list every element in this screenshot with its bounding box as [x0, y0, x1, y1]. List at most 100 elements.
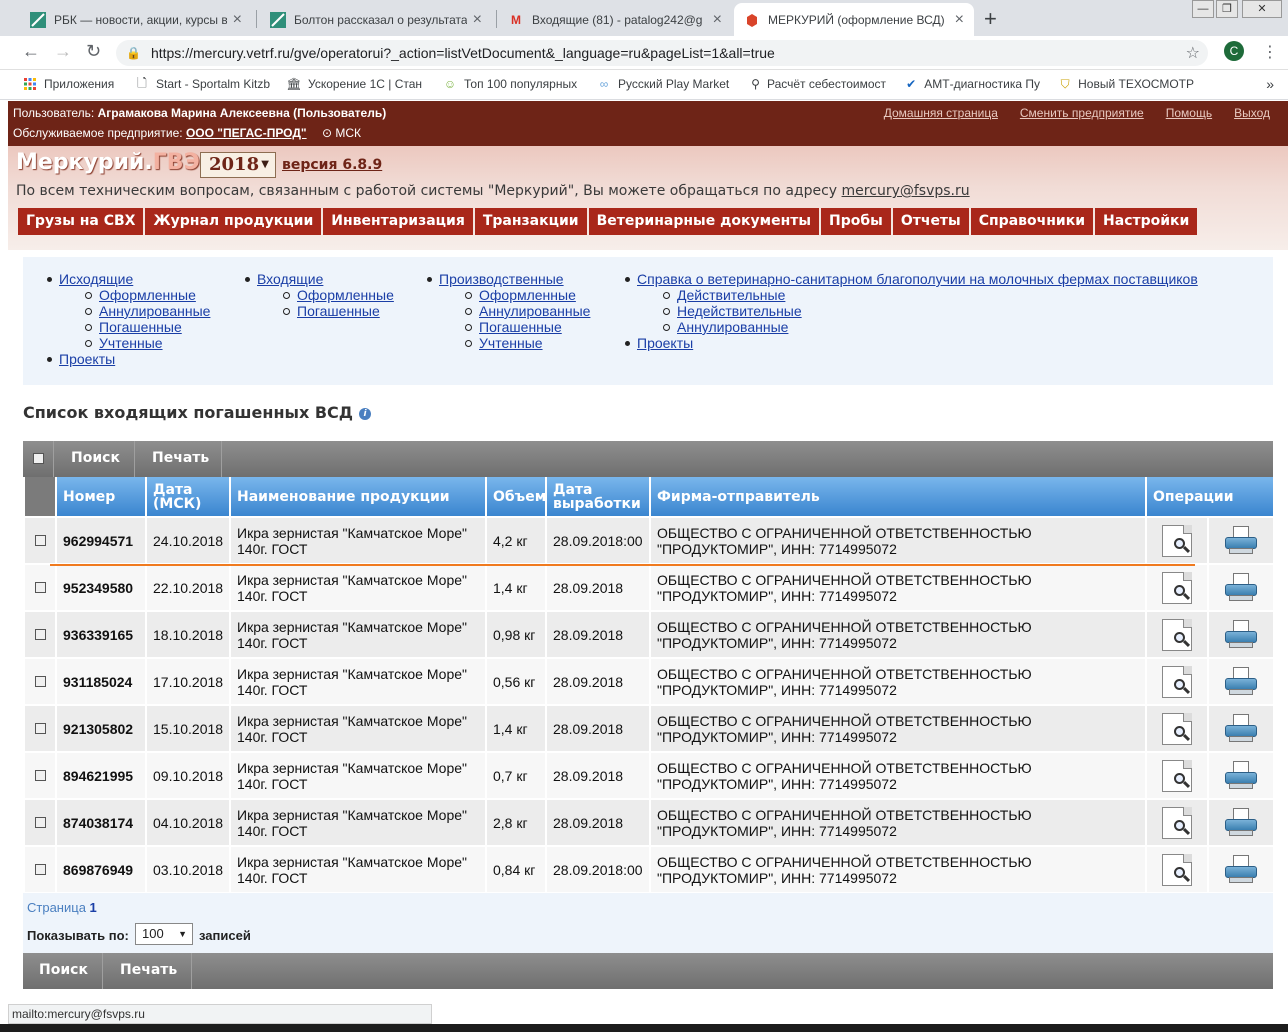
view-doc-button[interactable]	[1145, 563, 1209, 612]
back-icon[interactable]: ←	[22, 41, 40, 62]
table-row[interactable]: 936339165 18.10.2018 Икра зернистая "Камча…	[23, 610, 1276, 659]
col-number[interactable]: Номер	[55, 477, 147, 518]
view-doc-button[interactable]	[1145, 798, 1209, 847]
print-button-bottom[interactable]: Печать	[104, 953, 192, 989]
star-icon[interactable]: ☆	[1186, 43, 1200, 63]
bookmark-playmarket[interactable]: ∞ Русский Play Market	[596, 77, 732, 91]
search-button-bottom[interactable]: Поиск	[23, 953, 103, 989]
tab-gmail[interactable]: M Входящие (81) - patalog242@g ×	[498, 3, 732, 36]
outgoing-issued-link[interactable]: Оформленные	[99, 287, 196, 303]
doc-number[interactable]: 921305802	[55, 704, 147, 753]
tab-bolton[interactable]: Болтон рассказал о результатах ×	[260, 3, 492, 36]
outgoing-cancelled-link[interactable]: Аннулированные	[99, 303, 210, 319]
reference-cancelled-link[interactable]: Аннулированные	[677, 319, 788, 335]
doc-number[interactable]: 931185024	[55, 657, 147, 706]
bookmarks-more-icon[interactable]: »	[1266, 76, 1274, 92]
bookmark-techosmotr[interactable]: ⛉ Новый ТЕХОСМОТР	[1058, 77, 1194, 91]
print-doc-button[interactable]	[1206, 563, 1276, 612]
outgoing-link[interactable]: Исходящие	[59, 271, 133, 287]
doc-number[interactable]: 952349580	[55, 563, 147, 612]
table-row[interactable]: 952349580 22.10.2018 Икра зернистая "Камча…	[23, 563, 1276, 612]
doc-number[interactable]: 869876949	[55, 845, 147, 894]
support-email-link[interactable]: mercury@fsvps.ru	[842, 183, 970, 199]
outgoing-accounted-link[interactable]: Учтенные	[99, 335, 163, 351]
window-close-icon[interactable]: ✕	[1242, 0, 1282, 18]
print-doc-button[interactable]	[1206, 751, 1276, 800]
outgoing-redeemed-link[interactable]: Погашенные	[99, 319, 182, 335]
print-doc-button[interactable]	[1206, 704, 1276, 753]
forward-icon[interactable]: →	[54, 41, 72, 62]
bookmark-amt[interactable]: ✔ АМТ-диагностика Пу	[904, 77, 1040, 91]
row-checkbox[interactable]	[23, 516, 57, 565]
tab-mercury[interactable]: МЕРКУРИЙ (оформление ВСД) ×	[734, 3, 974, 36]
per-page-select[interactable]: 100 ▼	[135, 923, 193, 945]
reference-projects-link[interactable]: Проекты	[637, 335, 693, 351]
more-menu-icon[interactable]: ⋮	[1262, 42, 1278, 62]
print-doc-button[interactable]	[1206, 845, 1276, 894]
row-checkbox[interactable]	[23, 563, 57, 612]
col-production-date[interactable]: Дата выработки	[545, 477, 651, 518]
production-link[interactable]: Производственные	[439, 271, 564, 287]
view-doc-button[interactable]	[1145, 845, 1209, 894]
bookmark-sportalm[interactable]: 🗋 Start - Sportalm Kitzb	[134, 77, 272, 91]
minimize-icon[interactable]: —	[1192, 0, 1214, 18]
select-all-checkbox[interactable]	[23, 441, 54, 477]
bookmark-1c[interactable]: 🏛 Ускорение 1С | Стан	[286, 77, 424, 91]
col-product[interactable]: Наименование продукции	[229, 477, 487, 518]
row-checkbox[interactable]	[23, 610, 57, 659]
nav-vet-documents[interactable]: Ветеринарные документы	[588, 208, 820, 235]
print-doc-button[interactable]	[1206, 610, 1276, 659]
production-redeemed-link[interactable]: Погашенные	[479, 319, 562, 335]
doc-number[interactable]: 894621995	[55, 751, 147, 800]
col-sender[interactable]: Фирма-отправитель	[649, 477, 1147, 518]
nav-samples[interactable]: Пробы	[821, 208, 891, 235]
doc-number[interactable]: 874038174	[55, 798, 147, 847]
projects-link[interactable]: Проекты	[59, 351, 115, 367]
production-cancelled-link[interactable]: Аннулированные	[479, 303, 590, 319]
new-tab-icon[interactable]: +	[984, 6, 997, 32]
view-doc-button[interactable]	[1145, 516, 1209, 565]
production-accounted-link[interactable]: Учтенные	[479, 335, 543, 351]
table-row[interactable]: 962994571 24.10.2018 Икра зернистая "Камча…	[23, 516, 1276, 565]
reference-valid-link[interactable]: Действительные	[677, 287, 785, 303]
row-checkbox[interactable]	[23, 657, 57, 706]
nav-inventory[interactable]: Инвентаризация	[323, 208, 473, 235]
search-button[interactable]: Поиск	[55, 441, 135, 477]
incoming-issued-link[interactable]: Оформленные	[297, 287, 394, 303]
col-date[interactable]: Дата (МСК)	[145, 477, 231, 518]
version-link[interactable]: версия 6.8.9	[282, 157, 382, 173]
help-link[interactable]: Помощь	[1166, 106, 1212, 120]
incoming-redeemed-link[interactable]: Погашенные	[297, 303, 380, 319]
change-enterprise-link[interactable]: Сменить предприятие	[1020, 106, 1144, 120]
nav-svh[interactable]: Грузы на СВХ	[18, 208, 144, 235]
print-button[interactable]: Печать	[136, 441, 222, 477]
page-number[interactable]: 1	[90, 900, 97, 915]
info-icon[interactable]: i	[359, 407, 372, 420]
view-doc-button[interactable]	[1145, 704, 1209, 753]
url-input[interactable]: 🔒 https://mercury.vetrf.ru/gve/operatoru…	[116, 40, 1208, 66]
production-issued-link[interactable]: Оформленные	[479, 287, 576, 303]
close-icon[interactable]: ×	[713, 11, 722, 29]
close-icon[interactable]: ×	[233, 11, 242, 29]
incoming-link[interactable]: Входящие	[257, 271, 323, 287]
close-icon[interactable]: ×	[955, 11, 964, 29]
doc-number[interactable]: 936339165	[55, 610, 147, 659]
table-row[interactable]: 931185024 17.10.2018 Икра зернистая "Камча…	[23, 657, 1276, 706]
nav-references[interactable]: Справочники	[970, 208, 1094, 235]
row-checkbox[interactable]	[23, 751, 57, 800]
maximize-icon[interactable]: ❐	[1216, 0, 1238, 18]
print-doc-button[interactable]	[1206, 798, 1276, 847]
nav-settings[interactable]: Настройки	[1095, 208, 1198, 235]
bookmark-cost[interactable]: ⚲ Расчёт себестоимост	[750, 77, 886, 91]
view-doc-button[interactable]	[1145, 610, 1209, 659]
row-checkbox[interactable]	[23, 704, 57, 753]
logout-link[interactable]: Выход	[1234, 106, 1270, 120]
year-select[interactable]: 2018 ▼	[200, 152, 276, 178]
nav-product-journal[interactable]: Журнал продукции	[145, 208, 322, 235]
table-row[interactable]: 921305802 15.10.2018 Икра зернистая "Камча…	[23, 704, 1276, 753]
bookmark-apps[interactable]: Приложения	[22, 77, 126, 91]
table-row[interactable]: 869876949 03.10.2018 Икра зернистая "Камча…	[23, 845, 1276, 894]
view-doc-button[interactable]	[1145, 751, 1209, 800]
print-doc-button[interactable]	[1206, 516, 1276, 565]
row-checkbox[interactable]	[23, 845, 57, 894]
